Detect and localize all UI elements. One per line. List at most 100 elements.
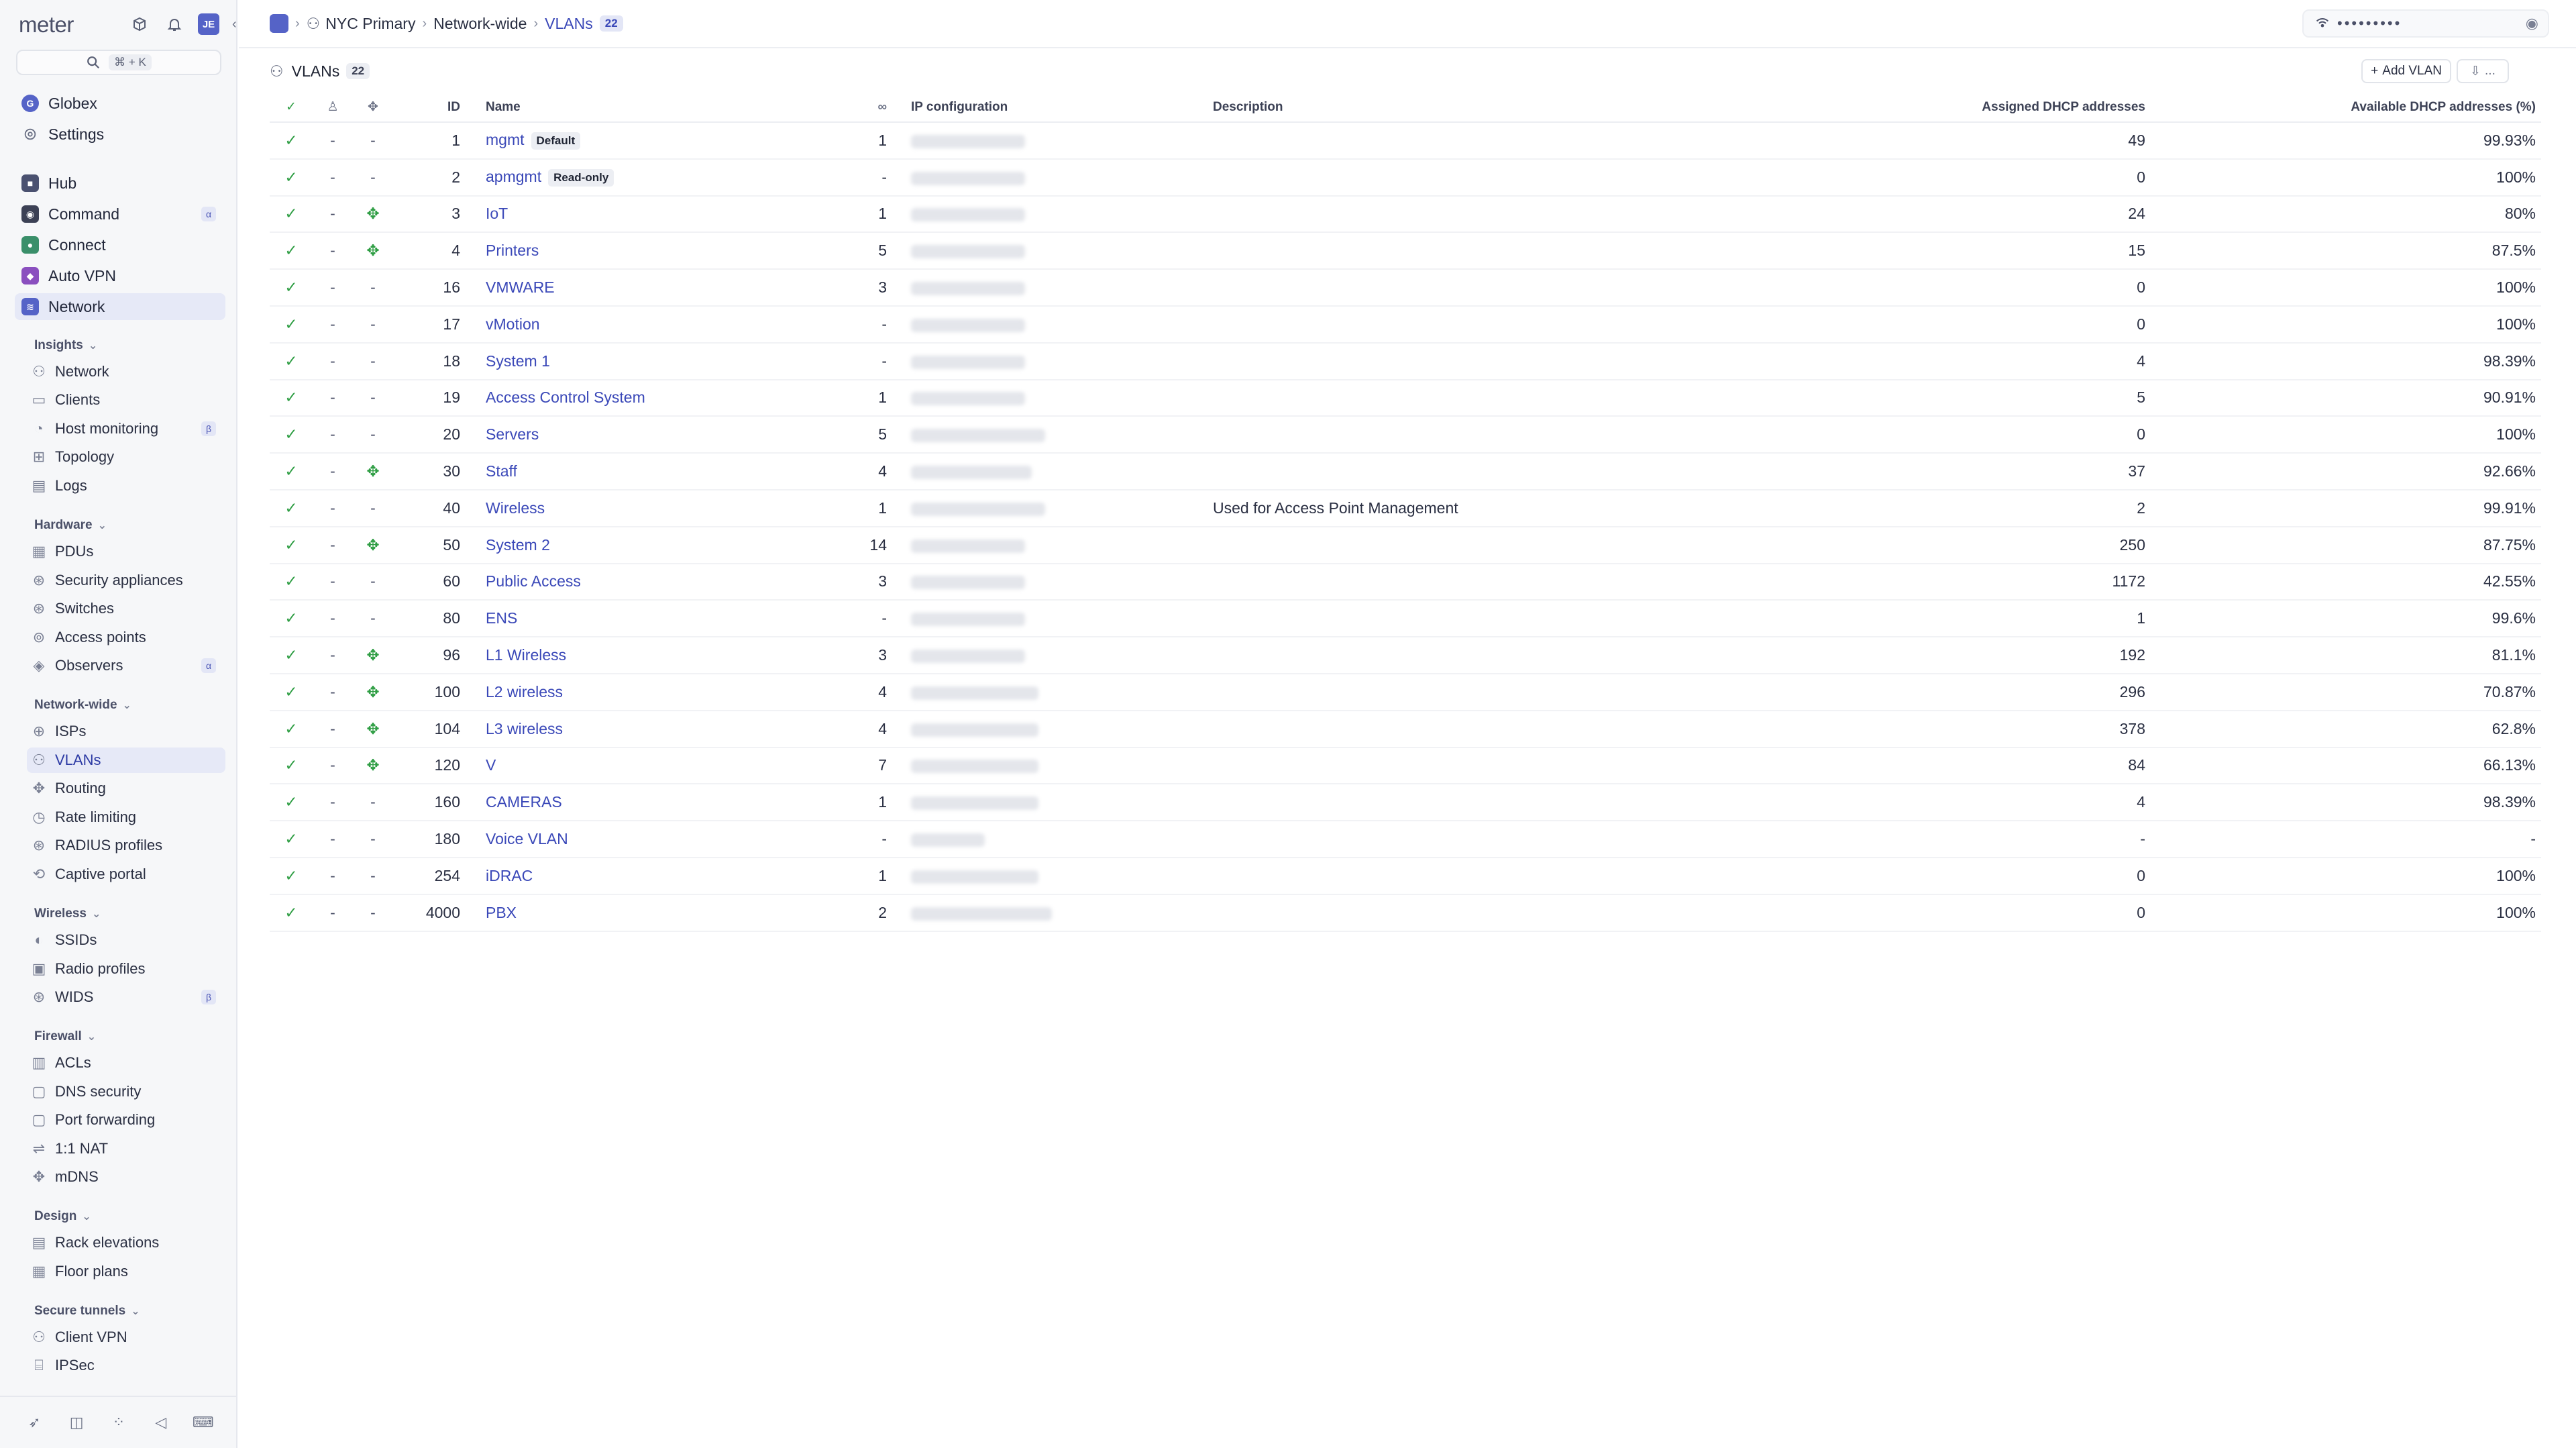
status-column-header[interactable]: ✓: [270, 93, 313, 123]
sidebar-item-isps[interactable]: ⊕ ISPs: [27, 719, 225, 744]
sidebar-item-captive-portal[interactable]: ⟲ Captive portal: [27, 862, 225, 887]
sidebar-item-clients[interactable]: ▭ Clients: [27, 387, 225, 413]
wifi-password-field[interactable]: ••••••••• ◉: [2302, 9, 2549, 38]
table-row[interactable]: ✓ - ✥ 104 L3 wireless 4 378 62.8%: [270, 710, 2541, 748]
table-row[interactable]: ✓ - -160 CAMERAS 1 4 98.39%: [270, 784, 2541, 822]
table-row[interactable]: ✓ - ✥ 3 IoT 1 24 80%: [270, 195, 2541, 234]
table-row[interactable]: ✓ - -19 Access Control System 1 5 90.91%: [270, 379, 2541, 417]
sidebar-item-acls[interactable]: ▥ ACLs: [27, 1050, 225, 1076]
sidebar-item-security-appliances[interactable]: ⊛ Security appliances: [27, 568, 225, 593]
search-button[interactable]: ⌘ + K: [16, 50, 221, 75]
support-icon[interactable]: ⌨: [193, 1412, 214, 1433]
table-row[interactable]: ✓ - -254 iDRAC 1 0 100%: [270, 857, 2541, 895]
sidebar-item-rate-limiting[interactable]: ◷ Rate limiting: [27, 805, 225, 830]
table-row[interactable]: ✓ - -20 Servers 5 0 100%: [270, 416, 2541, 454]
table-row[interactable]: ✓ - -80 ENS -1 99.6%: [270, 600, 2541, 638]
sidebar-item-pdus[interactable]: ▦ PDUs: [27, 539, 225, 564]
section-insights[interactable]: Insights ⌄: [34, 335, 97, 356]
table-row[interactable]: ✓ - -18 System 1-4 98.39%: [270, 342, 2541, 380]
column-header-user[interactable]: ♙: [313, 93, 353, 123]
breadcrumb-page[interactable]: VLANs: [545, 15, 593, 33]
column-header-available-dhcp[interactable]: Available DHCP addresses (%): [2152, 93, 2541, 123]
sidebar-item-ssids[interactable]: ◐ SSIDs: [27, 927, 225, 953]
breadcrumb-section[interactable]: Network-wide: [433, 15, 527, 33]
sidebar-item-client-vpn[interactable]: ⚇ Client VPN: [27, 1325, 225, 1350]
table-row[interactable]: ✓ - -4000 PBX 2 0 100%: [270, 894, 2541, 932]
sidebar-item-network[interactable]: ⚇ Network: [27, 359, 225, 384]
vlan-name-link[interactable]: apmgmt: [486, 168, 541, 185]
column-header-name[interactable]: Name: [471, 93, 867, 123]
vlan-name-link[interactable]: Servers: [486, 425, 539, 443]
vlan-name-link[interactable]: L1 Wireless: [486, 646, 566, 664]
table-row[interactable]: ✓ - ✥ 30 Staff 4 37 92.66%: [270, 453, 2541, 490]
vlan-name-link[interactable]: V: [486, 756, 496, 774]
vlan-name-link[interactable]: System 1: [486, 352, 550, 370]
sidebar-item-nat[interactable]: ⇌ 1:1 NAT: [27, 1136, 225, 1161]
vlan-name-link[interactable]: System 2: [486, 536, 550, 554]
vlan-name-link[interactable]: IoT: [486, 205, 508, 222]
vlan-name-link[interactable]: CAMERAS: [486, 793, 562, 811]
section-secure-tunnels[interactable]: Secure tunnels ⌄: [34, 1301, 140, 1321]
package-icon[interactable]: [129, 13, 150, 35]
vlan-name-link[interactable]: VMWARE: [486, 278, 555, 296]
column-header-ip-configuration[interactable]: IP configuration: [894, 93, 1213, 123]
apps-grid-icon[interactable]: ⁘: [109, 1412, 129, 1433]
sidebar-item-host-monitoring[interactable]: ◔ Host monitoring β: [27, 416, 225, 442]
sidebar-item-switches[interactable]: ⊛ Switches: [27, 596, 225, 621]
column-header-assigned-dhcp[interactable]: Assigned DHCP addresses: [1696, 93, 2152, 123]
table-row[interactable]: ✓ - ✥ 120 V 7 84 66.13%: [270, 747, 2541, 785]
sidebar-item-floor-plans[interactable]: ▦ Floor plans: [27, 1259, 225, 1284]
vlan-name-link[interactable]: Staff: [486, 462, 517, 480]
vlan-name-link[interactable]: vMotion: [486, 315, 540, 333]
product-command[interactable]: ◉ Command α: [15, 201, 225, 227]
sidebar-item-vlans[interactable]: ⚇ VLANs: [27, 747, 225, 773]
breadcrumb-site[interactable]: NYC Primary: [325, 15, 415, 33]
vlan-name-link[interactable]: Printers: [486, 242, 539, 259]
vlan-name-link[interactable]: PBX: [486, 904, 517, 921]
table-row[interactable]: ✓ - -180 Voice VLAN - - -: [270, 821, 2541, 858]
meter-logo[interactable]: meter: [19, 12, 74, 38]
table-row[interactable]: ✓ - ✥ 4 Printers 5 15 87.5%: [270, 232, 2541, 270]
add-vlan-button[interactable]: + Add VLAN: [2361, 59, 2451, 83]
sidebar-item-routing[interactable]: ✥ Routing: [27, 776, 225, 801]
sidebar-item-port-forwarding[interactable]: ▢ Port forwarding: [27, 1107, 225, 1133]
table-row[interactable]: ✓ - -16 VMWARE 3 0 100%: [270, 269, 2541, 307]
table-row[interactable]: ✓ - -40 Wireless 1 Used for Access Point Mana…: [270, 489, 2541, 527]
product-connect[interactable]: ● Connect: [15, 231, 225, 258]
vlan-name-link[interactable]: Voice VLAN: [486, 830, 568, 847]
sidebar-item-access-points[interactable]: ⊚ Access points: [27, 625, 225, 650]
vlan-name-link[interactable]: iDRAC: [486, 867, 533, 884]
megaphone-icon[interactable]: ◁: [151, 1412, 171, 1433]
table-row[interactable]: ✓ - -1 mgmt Default 1 49 99.93%: [270, 122, 2541, 160]
section-wireless[interactable]: Wireless ⌄: [34, 904, 101, 924]
avatar[interactable]: JE: [198, 13, 219, 35]
column-header-description[interactable]: Description: [1213, 93, 1696, 123]
network-product-icon[interactable]: [270, 14, 288, 33]
table-row[interactable]: ✓ - -60 Public Access 3 1172 42.55%: [270, 563, 2541, 601]
vlan-name-link[interactable]: Public Access: [486, 572, 581, 590]
vlan-name-link[interactable]: Wireless: [486, 499, 545, 517]
sidebar-item-logs[interactable]: ▤ Logs: [27, 473, 225, 499]
sidebar-item-rack-elevations[interactable]: ▤ Rack elevations: [27, 1230, 225, 1255]
vlan-name-link[interactable]: mgmt: [486, 131, 525, 148]
vlan-name-link[interactable]: Access Control System: [486, 389, 645, 406]
vlan-name-link[interactable]: ENS: [486, 609, 517, 627]
table-row[interactable]: ✓ - ✥ 50 System 2 14 250 87.75%: [270, 526, 2541, 564]
panel-icon[interactable]: ◫: [66, 1412, 87, 1433]
column-header-routing[interactable]: ✥: [353, 93, 393, 123]
table-row[interactable]: ✓ - -17 vMotion -0 100%: [270, 305, 2541, 344]
column-header-links[interactable]: ∞: [867, 93, 894, 123]
vlan-name-link[interactable]: L2 wireless: [486, 683, 563, 701]
section-hardware[interactable]: Hardware ⌄: [34, 515, 107, 535]
product-network[interactable]: ≋ Network: [15, 293, 225, 320]
section-design[interactable]: Design ⌄: [34, 1206, 91, 1227]
table-row[interactable]: ✓ - -2 apmgmt Read-only -0 100%: [270, 158, 2541, 197]
vlan-name-link[interactable]: L3 wireless: [486, 720, 563, 737]
table-row[interactable]: ✓ - ✥ 100 L2 wireless 4 296 70.87%: [270, 673, 2541, 711]
rocket-icon[interactable]: ➶: [24, 1412, 44, 1433]
settings-link[interactable]: Settings: [15, 121, 225, 148]
org-switcher[interactable]: G Globex: [15, 90, 225, 117]
eye-icon[interactable]: ◉: [2526, 15, 2538, 32]
sidebar-item-dns-security[interactable]: ▢ DNS security: [27, 1079, 225, 1104]
product-hub[interactable]: ■ Hub: [15, 170, 225, 197]
